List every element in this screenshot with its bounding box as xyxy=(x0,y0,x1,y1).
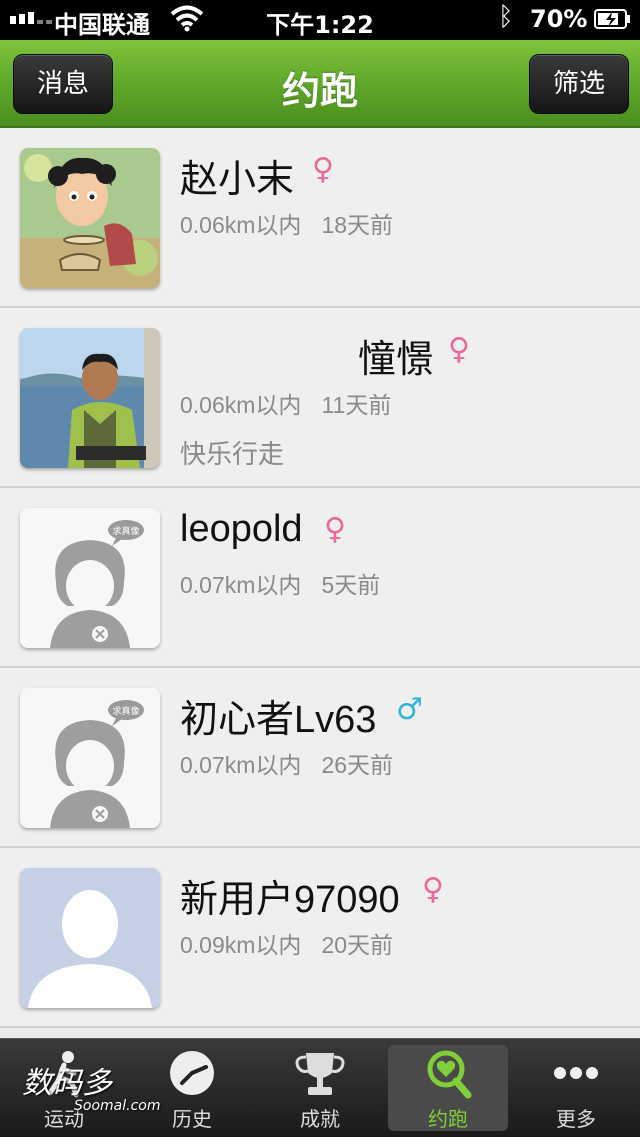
tab-label: 成就 xyxy=(300,1107,340,1131)
navigation-bar: 消息 约跑 筛选 xyxy=(0,40,640,128)
runner-icon xyxy=(47,1051,79,1098)
user-row[interactable]: 新用户97090 ♀ 0.09km以内 20天前 xyxy=(0,848,640,1028)
distance-label: 0.06km以内 xyxy=(180,212,302,238)
user-list: 赵小末 ♀ 0.06km以内 18天前 憧憬 ♀ 0.06km以内 11天前 快… xyxy=(0,128,640,1028)
tab-label: 历史 xyxy=(172,1107,212,1131)
tab-more[interactable]: 更多 xyxy=(512,1039,640,1137)
male-icon: ♂ xyxy=(396,692,423,727)
distance-label: 0.07km以内 xyxy=(180,752,302,778)
more-icon xyxy=(554,1067,598,1079)
history-icon xyxy=(170,1051,214,1095)
distance-label: 0.07km以内 xyxy=(180,572,302,598)
distance-label: 0.06km以内 xyxy=(180,392,302,418)
user-name: leopold xyxy=(180,508,303,550)
last-active-label: 11天前 xyxy=(321,392,392,418)
user-meta: 0.09km以内 20天前 xyxy=(180,926,393,960)
bluetooth-icon: ᛒ xyxy=(498,2,514,32)
last-active-label: 5天前 xyxy=(321,572,381,598)
user-meta: 0.07km以内 5天前 xyxy=(180,566,380,600)
placeholder-bubble-text: 求真像 xyxy=(112,525,139,537)
search-heart-icon xyxy=(427,1050,472,1099)
tab-label: 运动 xyxy=(44,1107,84,1131)
avatar-photo-man xyxy=(20,328,160,468)
user-meta: 0.06km以内 18天前 xyxy=(180,206,393,240)
status-bar: 中国联通 下午1:22 ᛒ 70% xyxy=(0,0,640,40)
user-name: 初心者Lv63 xyxy=(180,699,377,741)
avatar-placeholder-girl: 求真像 xyxy=(20,688,160,828)
last-active-label: 26天前 xyxy=(321,752,394,778)
tab-label: 约跑 xyxy=(428,1107,468,1131)
user-row[interactable]: 求真像 leopold ♀ 0.07km以内 5天前 xyxy=(0,488,640,668)
avatar-default-silhouette xyxy=(20,868,160,1008)
tab-run-together[interactable]: 约跑 xyxy=(384,1039,512,1137)
user-row[interactable]: 憧憬 ♀ 0.06km以内 11天前 快乐行走 xyxy=(0,308,640,488)
battery-icon xyxy=(594,9,630,29)
female-icon: ♀ xyxy=(312,152,334,187)
tab-achievements[interactable]: 成就 xyxy=(256,1039,384,1137)
last-active-label: 18天前 xyxy=(321,212,394,238)
user-meta: 0.06km以内 11天前 xyxy=(180,386,391,420)
user-name: 新用户97090 xyxy=(180,879,400,921)
user-row[interactable]: 求真像 初心者Lv63 ♂ 0.07km以内 26天前 xyxy=(0,668,640,848)
filter-button[interactable]: 筛选 xyxy=(529,54,629,114)
female-icon: ♀ xyxy=(448,332,470,367)
user-row[interactable]: 赵小末 ♀ 0.06km以内 18天前 xyxy=(0,128,640,308)
avatar-cartoon-girl xyxy=(20,148,160,288)
tab-history[interactable]: 历史 xyxy=(128,1039,256,1137)
battery-percent: 70% xyxy=(530,5,588,33)
female-icon: ♀ xyxy=(324,512,346,547)
user-motto: 快乐行走 xyxy=(180,440,285,470)
user-name: 赵小末 xyxy=(180,159,295,201)
last-active-label: 20天前 xyxy=(321,932,394,958)
trophy-icon xyxy=(295,1053,345,1095)
tab-bar: 运动 历史 成就 约跑 更多 xyxy=(0,1038,640,1137)
female-icon: ♀ xyxy=(422,872,444,907)
tab-exercise[interactable]: 运动 xyxy=(0,1039,128,1137)
user-meta: 0.07km以内 26天前 xyxy=(180,746,393,780)
tab-label: 更多 xyxy=(556,1107,596,1131)
distance-label: 0.09km以内 xyxy=(180,932,302,958)
avatar-placeholder-girl: 求真像 xyxy=(20,508,160,648)
placeholder-bubble-text: 求真像 xyxy=(112,705,139,717)
user-name: 憧憬 xyxy=(358,339,435,381)
